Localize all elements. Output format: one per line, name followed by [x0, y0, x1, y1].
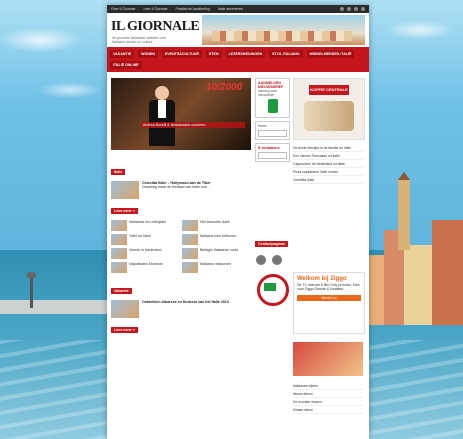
- topbar-link-1[interactable]: Over Il Giornale: [111, 7, 136, 11]
- list-item[interactable]: Italiaanse wijnen: [293, 382, 363, 390]
- article-title[interactable]: Vinerie in Nederland: [129, 248, 162, 259]
- social-icon[interactable]: [354, 7, 358, 11]
- middle-column-lower: Contactpaginas: [255, 232, 290, 309]
- article-thumbnail[interactable]: [111, 181, 139, 199]
- list-item[interactable]: Cinecitta Italie: [293, 176, 363, 184]
- article-title[interactable]: Napolitaans Museum: [129, 262, 163, 273]
- article-thumbnail[interactable]: [111, 300, 139, 318]
- nav-item-eten[interactable]: ETEN: [205, 50, 222, 58]
- nav-item-stijl[interactable]: STIJL ITALIANO: [269, 50, 303, 58]
- read-more-button[interactable]: Lees meer »: [111, 327, 138, 333]
- topbar-link-4[interactable]: Italie adverteren: [218, 7, 243, 11]
- ziggo-title: Welkom bij Ziggo: [297, 276, 347, 282]
- list-item[interactable]: Cappuccino de Nederland uit Italie: [293, 160, 363, 168]
- site-logo[interactable]: IL GIORNALE: [111, 19, 200, 35]
- invitations-title: E-invitations: [258, 146, 280, 150]
- facebook-icon[interactable]: [272, 255, 283, 265]
- topbar-link-3[interactable]: Praktische Aankleding: [175, 7, 209, 11]
- list-item[interactable]: Nieuw album: [293, 390, 363, 398]
- topbar-link-2[interactable]: Leer Il Giornale: [144, 7, 168, 11]
- list-item[interactable]: Een nieuwe Parmasan uit Italie: [293, 152, 363, 160]
- newsletter-title: AANMELDEN NIEUWSBRIEF: [258, 81, 284, 89]
- article-thumbnail[interactable]: [182, 220, 198, 231]
- article-thumbnail[interactable]: [111, 234, 127, 245]
- italia-badge-icon[interactable]: [256, 274, 289, 306]
- list-item[interactable]: Estate ottimo: [293, 406, 363, 414]
- nav-item-winkel[interactable]: WINKELMERKEN ITALIË: [306, 50, 355, 58]
- right-news-list: De beste feestjes in de familie en Itali…: [293, 144, 363, 184]
- contact-section-header: Contactpaginas: [255, 241, 288, 247]
- lead-article-text: Geweldig maar de filmstad van italie ook…: [142, 185, 210, 190]
- hero-caption[interactable]: Andrea Bocelli & famosissimo concerto: [141, 122, 245, 128]
- header-banner-image: [202, 15, 365, 45]
- nav-item-events[interactable]: EVENTS&CULTUUR: [161, 50, 202, 58]
- list-item[interactable]: De beste feestjes in de familie en Itali…: [293, 144, 363, 152]
- article-title[interactable]: Bellagio Italiaanse roots: [200, 248, 238, 259]
- site-tagline: de grootste Italiaanse website over Ital…: [112, 36, 167, 44]
- article-title[interactable]: Italiaanse kro ontbijtdel: [129, 220, 166, 231]
- ad-image: [304, 101, 354, 131]
- section-header-italie: Italie: [111, 169, 126, 175]
- top-bar: Over Il Giornale Leer Il Giornale Prakti…: [107, 5, 369, 13]
- invitations-input[interactable]: [258, 152, 287, 159]
- site-header: IL GIORNALE de grootste Italiaanse websi…: [107, 13, 369, 47]
- article-thumbnail[interactable]: [182, 248, 198, 259]
- article-thumbnail[interactable]: [111, 220, 127, 231]
- ad-ziggo[interactable]: Welkom bij Ziggo Dé TV Internet & Bel-On…: [293, 272, 365, 334]
- ziggo-button[interactable]: Bestel nu: [297, 295, 361, 301]
- name-input[interactable]: [258, 130, 287, 137]
- article-title[interactable]: Italiaans restaurant: [200, 262, 231, 273]
- nav-item-wonen[interactable]: WONEN: [138, 50, 158, 58]
- article-thumbnail[interactable]: [182, 234, 198, 245]
- right-lower-list: Italiaanse wijnen Nieuw album De mooiste…: [293, 382, 363, 414]
- nav-item-online[interactable]: ITALIË ONLINE: [110, 61, 142, 69]
- left-column: Italie Cinecitta Italie – Hollywood aan …: [111, 160, 251, 336]
- nav-item-vakantie[interactable]: VAKANTIE: [110, 50, 135, 58]
- article-title[interactable]: Tafel vol Italie: [129, 234, 151, 245]
- ad-koffie[interactable]: KOFFIE CENTRALE: [293, 78, 365, 140]
- main-navigation: VAKANTIE WONEN EVENTS&CULTUUR ETEN LEZER…: [107, 47, 369, 72]
- article-title[interactable]: Italiaans kom eetkunst: [200, 234, 236, 245]
- hero-number: 10/2000: [206, 82, 243, 93]
- list-item[interactable]: Pizza kapitalisme Italie wonen: [293, 168, 363, 176]
- social-icon[interactable]: [340, 7, 344, 11]
- newsletter-subtitle: ontvang onze nieuwsbrief: [258, 89, 278, 97]
- vakantie-article-title[interactable]: Ontdekken Albarese en Hodesio van het It…: [142, 300, 229, 304]
- social-icon[interactable]: [347, 7, 351, 11]
- side-photo[interactable]: [293, 342, 363, 376]
- article-thumbnail[interactable]: [111, 262, 127, 273]
- list-item[interactable]: De mooiste dorpen: [293, 398, 363, 406]
- twitter-icon[interactable]: [256, 255, 266, 265]
- article-thumbnail[interactable]: [111, 248, 127, 259]
- website-page: Over Il Giornale Leer Il Giornale Prakti…: [107, 5, 369, 439]
- search-icon[interactable]: [361, 7, 365, 11]
- hero-image[interactable]: 10/2000 Andrea Bocelli & famosissimo con…: [111, 78, 251, 150]
- article-title[interactable]: Het bezochte Italie: [200, 220, 230, 231]
- article-thumbnail[interactable]: [182, 262, 198, 273]
- newsletter-icon: [267, 99, 278, 113]
- nav-item-lezers[interactable]: LEZERSMENINGEN: [225, 50, 266, 58]
- read-more-button[interactable]: Lees meer »: [111, 208, 138, 214]
- section-header-vakantie: Vakantie: [111, 288, 132, 294]
- middle-column: AANMELDEN NIEUWSBRIEF ontvang onze nieuw…: [255, 78, 290, 165]
- name-label: Naam: [258, 124, 267, 128]
- ad-brand: KOFFIE CENTRALE: [309, 85, 349, 95]
- ziggo-text: Dé TV Internet & Bel-Only provider. Kies…: [297, 283, 360, 291]
